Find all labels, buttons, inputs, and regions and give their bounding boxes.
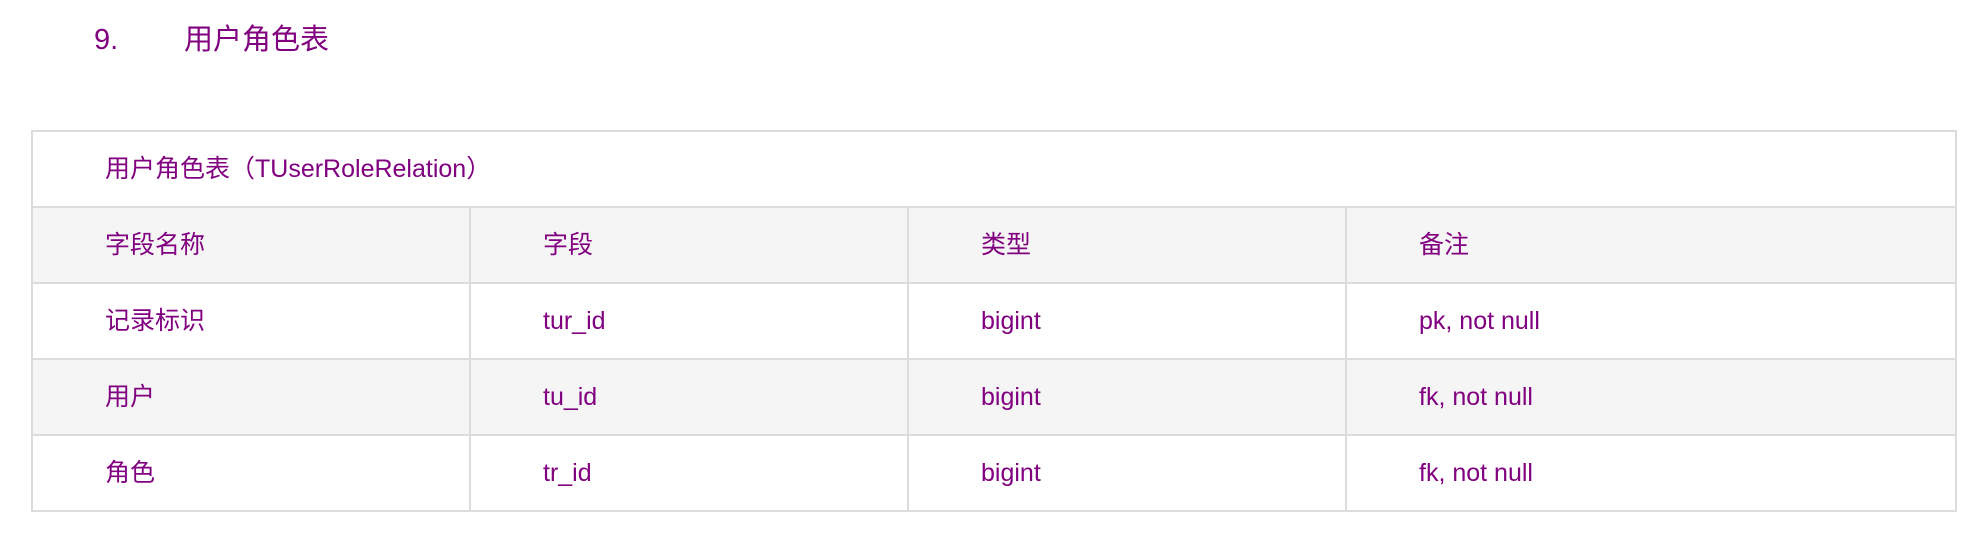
cell-field-name: 用户 <box>31 358 471 436</box>
table-row: 记录标识 tur_id bigint pk, not null <box>31 282 1958 360</box>
cell-type: bigint <box>907 434 1347 512</box>
table-caption: 用户角色表（TUserRoleRelation） <box>30 130 1958 208</box>
table-row: 用户 tu_id bigint fk, not null <box>31 358 1958 436</box>
cell-field-name: 记录标识 <box>31 282 471 360</box>
cell-remarks: fk, not null <box>1344 434 1958 512</box>
cell-type: bigint <box>907 282 1347 360</box>
cell-field: tur_id <box>469 282 909 360</box>
cell-field-name: 角色 <box>31 434 471 512</box>
section-heading: 9. 用户角色表 <box>94 18 329 62</box>
column-header-remarks: 备注 <box>1344 206 1958 284</box>
column-header-field: 字段 <box>469 206 909 284</box>
cell-field: tr_id <box>469 434 909 512</box>
cell-remarks: pk, not null <box>1344 282 1958 360</box>
section-title: 用户角色表 <box>184 23 330 56</box>
cell-type: bigint <box>907 358 1347 436</box>
section-number: 9. <box>94 23 119 56</box>
column-header-field-name: 字段名称 <box>31 206 471 284</box>
cell-remarks: fk, not null <box>1344 358 1958 436</box>
user-role-table: 用户角色表（TUserRoleRelation） 字段名称 字段 类型 备注 记… <box>30 130 1958 512</box>
column-header-type: 类型 <box>907 206 1347 284</box>
table-caption-row: 用户角色表（TUserRoleRelation） <box>30 130 1958 208</box>
cell-field: tu_id <box>469 358 909 436</box>
table-header-row: 字段名称 字段 类型 备注 <box>31 206 1958 284</box>
table-row: 角色 tr_id bigint fk, not null <box>31 434 1958 512</box>
